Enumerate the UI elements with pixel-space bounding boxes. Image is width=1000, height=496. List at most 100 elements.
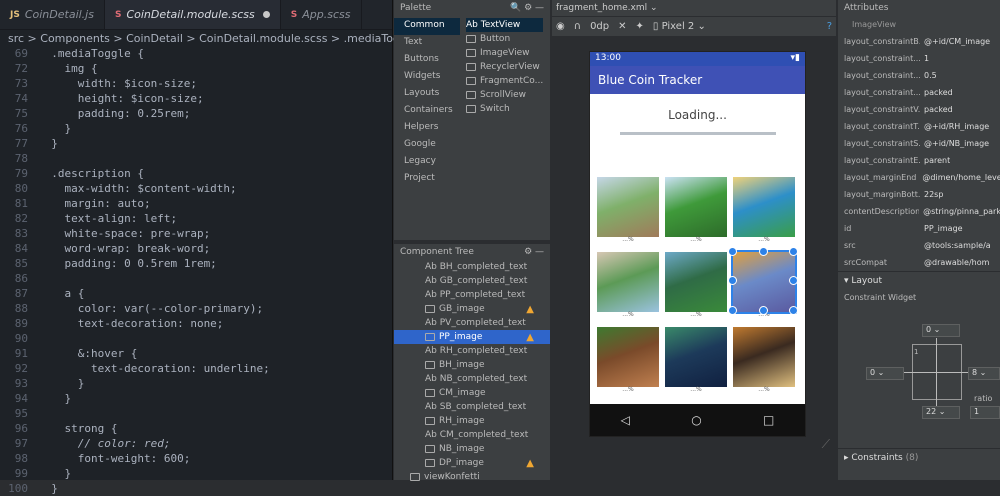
code-line[interactable]: 79 .description { (0, 166, 392, 181)
file-tab[interactable]: fragment_home.xml (556, 3, 647, 13)
code-line[interactable]: 80 max-width: $content-width; (0, 181, 392, 196)
palette-category-buttons[interactable]: Buttons (394, 52, 460, 69)
code-line[interactable]: 74 height: $icon-size; (0, 91, 392, 106)
tree-row[interactable]: viewKonfetti (394, 470, 550, 484)
code-line[interactable]: 93 } (0, 376, 392, 391)
warning-icon[interactable]: ▲ (526, 458, 534, 469)
gear-icon[interactable]: ⚙ — (524, 247, 544, 257)
code-line[interactable]: 69 .mediaToggle { (0, 46, 392, 61)
attribute-row[interactable]: layout_constraintT... @+id/RH_image (838, 118, 1000, 135)
attribute-value[interactable]: @dimen/home_leve (918, 173, 1000, 182)
tree-row[interactable]: Ab CM_completed_text (394, 428, 550, 442)
palette-item[interactable]: ImageView (466, 46, 543, 60)
warning-icon[interactable]: ▲ (526, 304, 534, 315)
attribute-row[interactable]: layout_constraintV... packed (838, 101, 1000, 118)
code-line[interactable]: 87 a { (0, 286, 392, 301)
attribute-value[interactable]: 1 (920, 54, 929, 63)
tree-row[interactable]: Ab PP_completed_text (394, 288, 550, 302)
palette-item[interactable]: FragmentCo... (466, 74, 543, 88)
palette-tools-icon[interactable]: 🔍 ⚙ — (510, 3, 544, 13)
grid-cell[interactable]: ...% (597, 327, 659, 393)
code-line[interactable]: 76 } (0, 121, 392, 136)
breadcrumb[interactable]: src > Components > CoinDetail > CoinDeta… (0, 30, 454, 46)
palette-category-project[interactable]: Project (394, 171, 460, 188)
tree-row[interactable]: PP_image ▲ (394, 330, 550, 344)
code-line[interactable]: 92 text-decoration: underline; (0, 361, 392, 376)
code-line[interactable]: 97 // color: red; (0, 436, 392, 451)
back-icon[interactable]: ◁ (621, 413, 630, 427)
attribute-value[interactable]: 0.5 (920, 71, 937, 80)
margin-icon[interactable]: 0dp (590, 21, 609, 32)
palette-category-common[interactable]: Common (394, 18, 460, 35)
resize-handle[interactable] (789, 306, 798, 315)
resize-handle-icon[interactable]: ⟋ (822, 437, 830, 452)
warning-icon[interactable]: ▲ (526, 332, 534, 343)
eye-icon[interactable]: ◉ (556, 21, 565, 32)
grid-cell[interactable]: ...% (665, 252, 727, 318)
code-line[interactable]: 88 color: var(--color-primary); (0, 301, 392, 316)
code-line[interactable]: 89 text-decoration: none; (0, 316, 392, 331)
palette-item[interactable]: Ab TextView (466, 18, 544, 32)
code-area[interactable]: 69 .mediaToggle {72 img {73 width: $icon… (0, 46, 392, 495)
grid-cell[interactable]: ...% (733, 327, 795, 393)
palette-category-widgets[interactable]: Widgets (394, 69, 460, 86)
attribute-value[interactable]: packed (920, 105, 953, 114)
code-line[interactable]: 83 white-space: pre-wrap; (0, 226, 392, 241)
left-margin-dropdown[interactable]: 0 ⌄ (866, 367, 904, 380)
constraints-section-header[interactable]: ▸ Constraints (8) (838, 448, 1000, 466)
attribute-row[interactable]: contentDescription @string/pinna_park (838, 203, 1000, 220)
code-line[interactable]: 85 padding: 0 0.5rem 1rem; (0, 256, 392, 271)
code-line[interactable]: 90 (0, 331, 392, 346)
palette-category-google[interactable]: Google (394, 137, 460, 154)
infer-constraints-icon[interactable]: ✦ (636, 21, 644, 32)
attribute-value[interactable]: @drawable/hom (920, 258, 989, 267)
grid-cell[interactable]: ...% (665, 327, 727, 393)
device-dropdown[interactable]: ▯ Pixel 2 ⌄ (653, 21, 706, 32)
tab-app-scss[interactable]: S App.scss (281, 0, 362, 29)
attribute-row[interactable]: layout_constraintS... @+id/NB_image (838, 135, 1000, 152)
palette-item[interactable]: Switch (466, 102, 543, 116)
tree-row[interactable]: DP_image ▲ (394, 456, 550, 470)
tree-row[interactable]: Ab SB_completed_text (394, 400, 550, 414)
attribute-value[interactable]: @+id/CM_image (920, 37, 990, 46)
palette-item[interactable]: ScrollView (466, 88, 543, 102)
code-line[interactable]: 75 padding: 0.25rem; (0, 106, 392, 121)
tree-row[interactable]: CM_image (394, 386, 550, 400)
palette-category-layouts[interactable]: Layouts (394, 86, 460, 103)
palette-category-legacy[interactable]: Legacy (394, 154, 460, 171)
grid-cell[interactable]: ...% (728, 247, 798, 318)
attribute-value[interactable]: @tools:sample/a (920, 241, 991, 250)
tree-row[interactable]: Ab PV_completed_text (394, 316, 550, 330)
code-line[interactable]: 91 &:hover { (0, 346, 392, 361)
code-line[interactable]: 96 strong { (0, 421, 392, 436)
resize-handle[interactable] (789, 247, 798, 256)
resize-handle[interactable] (759, 247, 768, 256)
palette-category-containers[interactable]: Containers (394, 103, 460, 120)
attribute-value[interactable]: @+id/RH_image (920, 122, 989, 131)
code-line[interactable]: 78 (0, 151, 392, 166)
tree-row[interactable]: Ab NB_completed_text (394, 372, 550, 386)
layout-section-header[interactable]: ▾ Layout (838, 271, 1000, 289)
code-line[interactable]: 100 } (0, 481, 392, 496)
tree-row[interactable]: NB_image (394, 442, 550, 456)
grid-cell[interactable]: ...% (597, 252, 659, 318)
code-line[interactable]: 73 width: $icon-size; (0, 76, 392, 91)
code-line[interactable]: 82 text-align: left; (0, 211, 392, 226)
palette-category-helpers[interactable]: Helpers (394, 120, 460, 137)
code-line[interactable]: 72 img { (0, 61, 392, 76)
attribute-row[interactable]: layout_constraintE... parent (838, 152, 1000, 169)
code-line[interactable]: 99 } (0, 466, 392, 481)
attribute-row[interactable]: layout_constraint... 1 (838, 50, 1000, 67)
right-margin-dropdown[interactable]: 8 ⌄ (968, 367, 1000, 380)
tree-row[interactable]: Ab RH_completed_text (394, 344, 550, 358)
attribute-value[interactable]: @string/pinna_park (919, 207, 1000, 216)
attribute-row[interactable]: layout_constraintB... @+id/CM_image (838, 33, 1000, 50)
attribute-value[interactable]: parent (920, 156, 950, 165)
clear-constraints-icon[interactable]: ✕ (618, 21, 626, 32)
grid-cell[interactable]: ...% (733, 177, 795, 243)
resize-handle[interactable] (728, 276, 737, 285)
attribute-row[interactable]: id PP_image (838, 220, 1000, 237)
code-line[interactable]: 86 (0, 271, 392, 286)
recents-icon[interactable]: □ (763, 413, 774, 427)
resize-handle[interactable] (789, 276, 798, 285)
